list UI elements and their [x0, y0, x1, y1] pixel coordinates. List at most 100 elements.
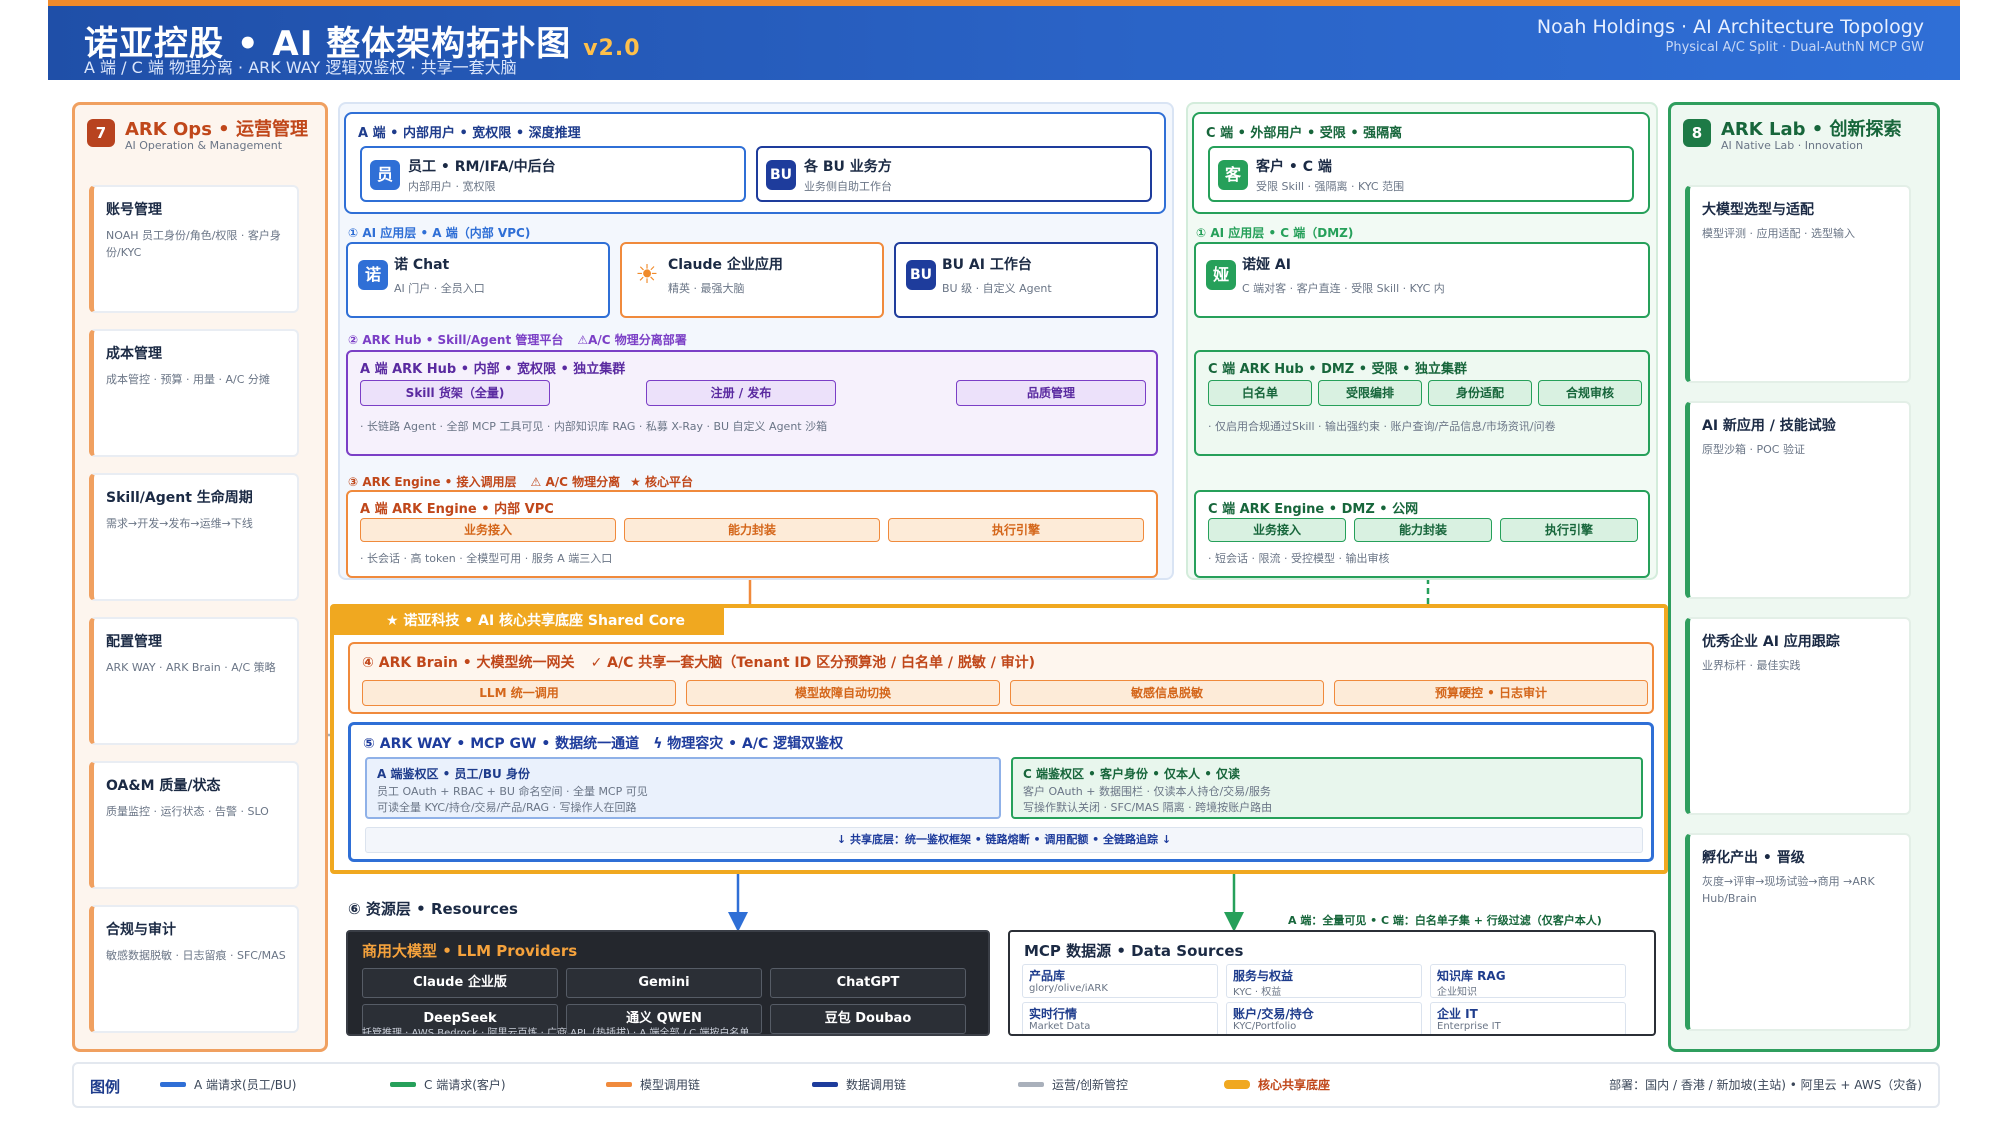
c-auth-zone: C 端鉴权区 • 客户身份 • 仅本人 • 仅读 客户 OAuth + 数据围栏… — [1011, 757, 1643, 819]
ark-lab-panel: 8 ARK Lab • 创新探索 AI Native Lab · Innovat… — [1668, 102, 1940, 1052]
legend-bar: 图例 A 端请求(员工/BU) C 端请求(客户) 模型调用链 数据调用链 运营… — [72, 1062, 1940, 1108]
hub-chip-skill-shelf[interactable]: Skill 货架（全量) — [360, 380, 550, 406]
ops-item-account[interactable]: 账号管理 NOAH 员工身份/角色/权限 · 客户身份/KYC — [89, 185, 299, 313]
ark-way-box: ⑤ ARK WAY • MCP GW • 数据统一通道 ϟ 物理容灾 • A/C … — [348, 722, 1654, 862]
llm-chatgpt[interactable]: ChatGPT — [770, 968, 966, 998]
ds-name: 实时行情 — [1029, 1007, 1078, 1021]
a-user-desc: 内部用户 · 宽权限 — [408, 180, 496, 193]
engine-chip-capability[interactable]: 能力封装 — [624, 518, 880, 542]
app-card-nuo-chat[interactable]: 诺 诺 Chat AI 门户 · 全员入口 — [346, 242, 610, 318]
bu-user-card[interactable]: BU 各 BU 业务方 业务侧自助工作台 — [756, 146, 1152, 202]
app-card-bu-workbench[interactable]: BU BU AI 工作台 BU 级 · 自定义 Agent — [894, 242, 1158, 318]
engine-core-text: 核心平台 — [645, 475, 694, 489]
legend-swatch-core — [1224, 1080, 1250, 1089]
ark-brain-box: ④ ARK Brain • 大模型统一网关 ✓ A/C 共享一套大脑（Tenant… — [348, 642, 1654, 714]
ds-enterprise-it[interactable]: 企业 IT Enterprise IT — [1430, 1002, 1626, 1034]
brain-chip-budget-audit[interactable]: 预算硬控 • 日志审计 — [1334, 680, 1648, 706]
ops-item-compliance[interactable]: 合规与审计 敏感数据脱敏 · 日志留痕 · SFC/MAS — [89, 905, 299, 1033]
ops-item-lifecycle[interactable]: Skill/Agent 生命周期 需求→开发→发布→运维→下线 — [89, 473, 299, 601]
lab-item-benchmark[interactable]: 优秀企业 AI 应用跟踪 业界标杆 · 最佳实践 — [1685, 617, 1911, 815]
c-side-users-box: C 端 • 外部用户 • 受限 • 强隔离 客 客户 • C 端 受限 Skil… — [1192, 112, 1650, 214]
ds-name: 企业 IT — [1437, 1007, 1478, 1021]
c-engine-chip-access[interactable]: 业务接入 — [1208, 518, 1346, 542]
legend-label-data: 数据调用链 — [846, 1078, 907, 1092]
ops-item-name: 合规与审计 — [106, 922, 176, 938]
ops-item-cost[interactable]: 成本管理 成本管控 · 预算 · 用量 · A/C 分摊 — [89, 329, 299, 457]
llm-doubao[interactable]: 豆包 Doubao — [770, 1004, 966, 1034]
ds-desc: 企业知识 — [1437, 987, 1477, 998]
bu-workbench-icon: BU — [906, 260, 936, 290]
a-hub-desc: · 长链路 Agent · 全部 MCP 工具可见 · 内部知识库 RAG · … — [360, 420, 828, 433]
legend-swatch-model — [606, 1082, 632, 1087]
legend-label-a: A 端请求(员工/BU) — [194, 1078, 297, 1092]
brain-chip-llm-call[interactable]: LLM 统一调用 — [362, 680, 676, 706]
lab-item-model-selection[interactable]: 大模型选型与适配 模型评测 · 应用适配 · 选型输入 — [1685, 185, 1911, 383]
brain-title: ④ ARK Brain • 大模型统一网关 — [362, 655, 575, 671]
c-hub-desc: · 仅启用合规通过Skill · 输出强约束 · 账户查询/产品信息/市场资讯/… — [1208, 420, 1556, 433]
llm-gemini[interactable]: Gemini — [566, 968, 762, 998]
ops-title: ARK Ops • 运营管理 — [125, 119, 308, 140]
sun-icon: ☀ — [632, 260, 662, 290]
a-user-card[interactable]: 员 员工 • RM/IFA/中后台 内部用户 · 宽权限 — [360, 146, 746, 202]
ops-item-name: 配置管理 — [106, 634, 162, 650]
c-ark-engine-box: C 端 ARK Engine • DMZ • 公网 业务接入 能力封装 执行引擎… — [1194, 490, 1650, 578]
app-name: 诺 Chat — [394, 257, 450, 273]
brain-chip-failover[interactable]: 模型故障自动切换 — [686, 680, 1000, 706]
way-title: ⑤ ARK WAY • MCP GW • 数据统一通道 — [363, 736, 640, 752]
ds-desc: Market Data — [1029, 1021, 1091, 1032]
legend-label-c: C 端请求(客户) — [424, 1078, 506, 1092]
app-desc: C 端对客 · 客户直连 · 受限 Skill · KYC 内 — [1242, 282, 1445, 295]
brain-chip-masking[interactable]: 敏感信息脱敏 — [1010, 680, 1324, 706]
c-auth-line2: 写操作默认关闭 · SFC/MAS 隔离 · 跨境按账户路由 — [1023, 801, 1273, 814]
c-user-card[interactable]: 客 客户 • C 端 受限 Skill · 强隔离 · KYC 范围 — [1208, 146, 1634, 202]
bu-user-desc: 业务侧自助工作台 — [804, 180, 892, 193]
ops-item-desc: 需求→开发→发布→运维→下线 — [106, 517, 253, 530]
c-engine-chip-capability[interactable]: 能力封装 — [1354, 518, 1492, 542]
ds-desc: glory/olive/iARK — [1029, 983, 1108, 994]
a-auth-title: A 端鉴权区 • 员工/BU 身份 — [377, 767, 530, 781]
hub-warning-text: A/C 物理分离部署 — [588, 333, 687, 347]
c-hub-chip-identity[interactable]: 身份适配 — [1428, 380, 1532, 406]
ds-desc: KYC · 权益 — [1233, 987, 1282, 998]
lab-item-incubation[interactable]: 孵化产出 • 晋级 灰度→评审→现场试验→商用 →ARK Hub/Brain — [1685, 833, 1911, 1031]
ds-desc: Enterprise IT — [1437, 1021, 1501, 1032]
c-user-name: 客户 • C 端 — [1256, 159, 1332, 175]
app-desc: 精英 · 最强大脑 — [668, 282, 745, 295]
engine-label-text: ③ ARK Engine • 接入调用层 — [348, 475, 517, 489]
ops-item-name: 账号管理 — [106, 202, 162, 218]
hub-chip-quality[interactable]: 品质管理 — [956, 380, 1146, 406]
lightning-icon: ϟ — [653, 736, 668, 752]
architecture-topology-page: 诺亚控股 • AI 整体架构拓扑图 v2.0 A 端 / C 端 物理分离 · A… — [0, 0, 2000, 1125]
legend-swatch-c — [390, 1082, 416, 1087]
ds-service-rights[interactable]: 服务与权益 KYC · 权益 — [1226, 964, 1422, 998]
ds-account-portfolio[interactable]: 账户/交易/持仓 KYC/Portfolio — [1226, 1002, 1422, 1034]
ds-product-lib[interactable]: 产品库 glory/olive/iARK — [1022, 964, 1218, 998]
a-auth-line2: 可读全量 KYC/持仓/交易/产品/RAG · 写操作人在回路 — [377, 801, 637, 814]
c-engine-chip-executor[interactable]: 执行引擎 — [1500, 518, 1638, 542]
app-card-claude[interactable]: ☀ Claude 企业应用 精英 · 最强大脑 — [620, 242, 884, 318]
legend-title: 图例 — [90, 1078, 121, 1096]
app-name: Claude 企业应用 — [668, 257, 783, 273]
ops-item-name: Skill/Agent 生命周期 — [106, 490, 253, 506]
a-engine-desc: · 长会话 · 高 token · 全模型可用 · 服务 A 端三入口 — [360, 552, 613, 565]
app-card-nuoya-ai[interactable]: 娅 诺娅 AI C 端对客 · 客户直连 · 受限 Skill · KYC 内 — [1194, 242, 1650, 318]
hub-chip-register[interactable]: 注册 / 发布 — [646, 380, 836, 406]
engine-chip-access[interactable]: 业务接入 — [360, 518, 616, 542]
c-hub-chip-whitelist[interactable]: 白名单 — [1208, 380, 1312, 406]
c-hub-chip-compliance[interactable]: 合规审核 — [1538, 380, 1642, 406]
nuo-chat-icon: 诺 — [358, 260, 388, 290]
llm-claude[interactable]: Claude 企业版 — [362, 968, 558, 998]
ds-name: 账户/交易/持仓 — [1233, 1007, 1314, 1021]
ds-knowledge-rag[interactable]: 知识库 RAG 企业知识 — [1430, 964, 1626, 998]
lab-item-new-apps[interactable]: AI 新应用 / 技能试验 原型沙箱 · POC 验证 — [1685, 401, 1911, 599]
ds-market-data[interactable]: 实时行情 Market Data — [1022, 1002, 1218, 1034]
a-hub-title: A 端 ARK Hub • 内部 • 宽权限 • 独立集群 — [360, 362, 626, 377]
warning-icon: ⚠ — [577, 333, 589, 347]
c-engine-desc: · 短会话 · 限流 · 受控模型 · 输出审核 — [1208, 552, 1390, 565]
engine-chip-executor[interactable]: 执行引擎 — [888, 518, 1144, 542]
ops-item-oam[interactable]: OA&M 质量/状态 质量监控 · 运行状态 · 告警 · SLO — [89, 761, 299, 889]
datasource-access-note: A 端：全量可见 • C 端：白名单子集 + 行级过滤（仅客户本人) — [1288, 914, 1602, 927]
c-hub-chip-orchestration[interactable]: 受限编排 — [1318, 380, 1422, 406]
ops-item-config[interactable]: 配置管理 ARK WAY · ARK Brain · A/C 策略 — [89, 617, 299, 745]
ops-subtitle: AI Operation & Management — [125, 139, 283, 152]
